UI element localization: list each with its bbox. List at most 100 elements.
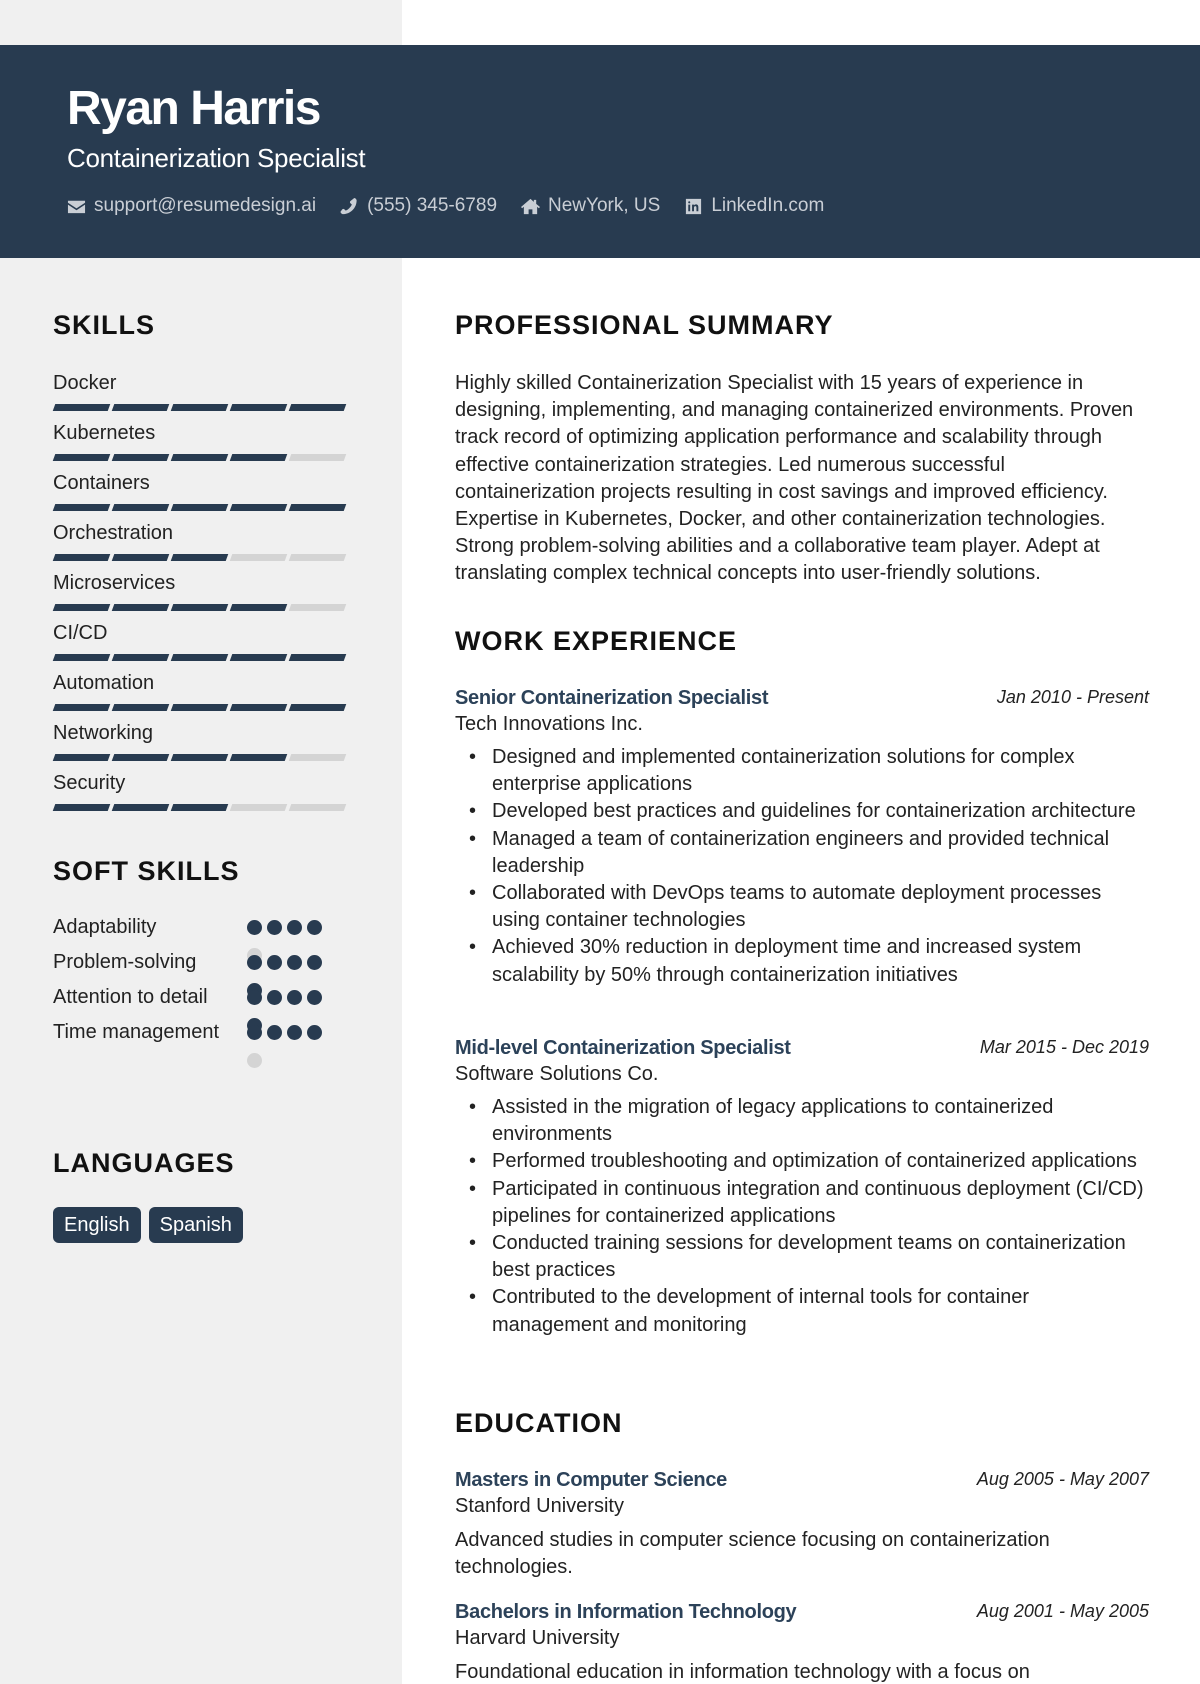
skill-name: Security: [53, 772, 126, 794]
rating-dot-filled: [267, 1025, 282, 1040]
soft-skill-item: Adaptability: [53, 913, 353, 963]
skill-segment-filled: [111, 704, 170, 711]
skill-segment-filled: [170, 554, 229, 561]
skill-segment-filled: [229, 704, 288, 711]
skill-segment-filled: [52, 804, 111, 811]
skill-level-bar: [52, 454, 347, 461]
languages-heading: LANGUAGES: [53, 1148, 235, 1178]
skill-segment-filled: [229, 654, 288, 661]
skill-segment-filled: [229, 404, 288, 411]
skill-segment-filled: [288, 504, 347, 511]
job-title: Mid-level Containerization Specialist: [455, 1037, 791, 1059]
skill-segment-filled: [170, 754, 229, 761]
skill-segment-empty: [288, 604, 347, 611]
rating-dot-filled: [267, 990, 282, 1005]
skill-item: Kubernetes: [52, 420, 353, 470]
skill-name: Automation: [53, 672, 155, 694]
skill-level-bar: [52, 654, 347, 661]
job-company: Software Solutions Co.: [455, 1063, 659, 1085]
skill-name: CI/CD: [53, 622, 108, 644]
skill-segment-filled: [111, 554, 170, 561]
skill-name: Docker: [53, 372, 117, 394]
job-bullet: Assisted in the migration of legacy appl…: [455, 1094, 1149, 1148]
skill-segment-filled: [52, 454, 111, 461]
contact-email-text: support@resumedesign.ai: [94, 195, 317, 216]
job-bullet: Achieved 30% reduction in deployment tim…: [455, 934, 1149, 988]
soft-skill-item: Problem-solving: [53, 948, 353, 998]
skill-segment-filled: [170, 454, 229, 461]
skills-heading: SKILLS: [53, 310, 156, 340]
skill-segment-filled: [288, 704, 347, 711]
summary-heading: PROFESSIONAL SUMMARY: [455, 310, 834, 340]
job-entry: Mid-level Containerization Specialist Ma…: [455, 1037, 1149, 1339]
skill-segment-filled: [52, 604, 111, 611]
skill-item: Automation: [52, 670, 353, 720]
linkedin-icon: [686, 198, 702, 214]
candidate-name: Ryan Harris: [67, 82, 321, 135]
skill-segment-empty: [288, 554, 347, 561]
rating-dot-filled: [307, 1025, 322, 1040]
skill-segment-empty: [229, 804, 288, 811]
skill-level-bar: [52, 704, 347, 711]
soft-skill-item: Attention to detail: [53, 983, 353, 1033]
skill-segment-filled: [288, 404, 347, 411]
education-description: Advanced studies in computer science foc…: [455, 1529, 1050, 1579]
job-bullet: Contributed to the development of intern…: [455, 1284, 1149, 1338]
skill-segment-empty: [288, 804, 347, 811]
skill-segment-filled: [229, 604, 288, 611]
degree-title: Masters in Computer Science: [455, 1469, 727, 1491]
languages-list: English Spanish: [53, 1207, 243, 1243]
skill-segment-filled: [52, 404, 111, 411]
skill-name: Microservices: [53, 572, 176, 594]
soft-skill-rating: [247, 948, 331, 998]
education-entry: Bachelors in Information Technology Aug …: [455, 1601, 1149, 1684]
skill-segment-filled: [170, 654, 229, 661]
skill-name: Orchestration: [53, 522, 174, 544]
resume-header: Ryan Harris Containerization Specialist …: [0, 45, 1200, 258]
rating-dot-filled: [267, 920, 282, 935]
contact-phone[interactable]: (555) 345-6789: [340, 195, 497, 217]
soft-skill-name: Attention to detail: [53, 986, 208, 1008]
rating-dot-filled: [247, 1025, 262, 1040]
skill-segment-empty: [288, 454, 347, 461]
skill-level-bar: [52, 804, 347, 811]
skill-segment-filled: [288, 654, 347, 661]
skill-level-bar: [52, 604, 347, 611]
skill-segment-filled: [52, 754, 111, 761]
skill-item: Orchestration: [52, 520, 353, 570]
skill-level-bar: [52, 504, 347, 511]
skill-segment-filled: [170, 804, 229, 811]
soft-skills-list: Adaptability Problem-solving Attention to …: [53, 913, 353, 1068]
skill-segment-filled: [111, 754, 170, 761]
school-name: Harvard University: [455, 1627, 620, 1649]
job-bullets: Designed and implemented containerizatio…: [455, 744, 1149, 989]
degree-title: Bachelors in Information Technology: [455, 1601, 797, 1623]
contact-linkedin[interactable]: LinkedIn.com: [684, 195, 824, 217]
job-title: Senior Containerization Specialist: [455, 687, 769, 709]
skill-item: CI/CD: [52, 620, 353, 670]
contact-email[interactable]: support@resumedesign.ai: [67, 195, 316, 217]
skill-segment-filled: [52, 504, 111, 511]
skill-segment-filled: [111, 654, 170, 661]
rating-dot-filled: [287, 1025, 302, 1040]
skill-segment-filled: [170, 504, 229, 511]
education-heading: EDUCATION: [455, 1408, 623, 1438]
school-name: Stanford University: [455, 1495, 624, 1517]
language-badge: Spanish: [148, 1207, 243, 1243]
job-date: Jan 2010 - Present: [996, 687, 1149, 707]
skill-item: Docker: [52, 370, 353, 420]
skill-item: Containers: [52, 470, 353, 520]
job-bullets: Assisted in the migration of legacy appl…: [455, 1094, 1149, 1339]
soft-skills-heading: SOFT SKILLS: [53, 856, 240, 886]
summary-text: Highly skilled Containerization Speciali…: [455, 372, 1134, 585]
soft-skill-item: Time management: [53, 1018, 353, 1068]
skill-segment-filled: [111, 604, 170, 611]
rating-dot-filled: [267, 955, 282, 970]
skill-segment-filled: [229, 504, 288, 511]
rating-dot-empty: [247, 1053, 262, 1068]
soft-skill-name: Adaptability: [53, 916, 157, 938]
education-description: Foundational education in information te…: [455, 1661, 1030, 1683]
home-icon: [521, 198, 541, 214]
job-date: Mar 2015 - Dec 2019: [979, 1037, 1149, 1057]
skill-level-bar: [52, 754, 347, 761]
